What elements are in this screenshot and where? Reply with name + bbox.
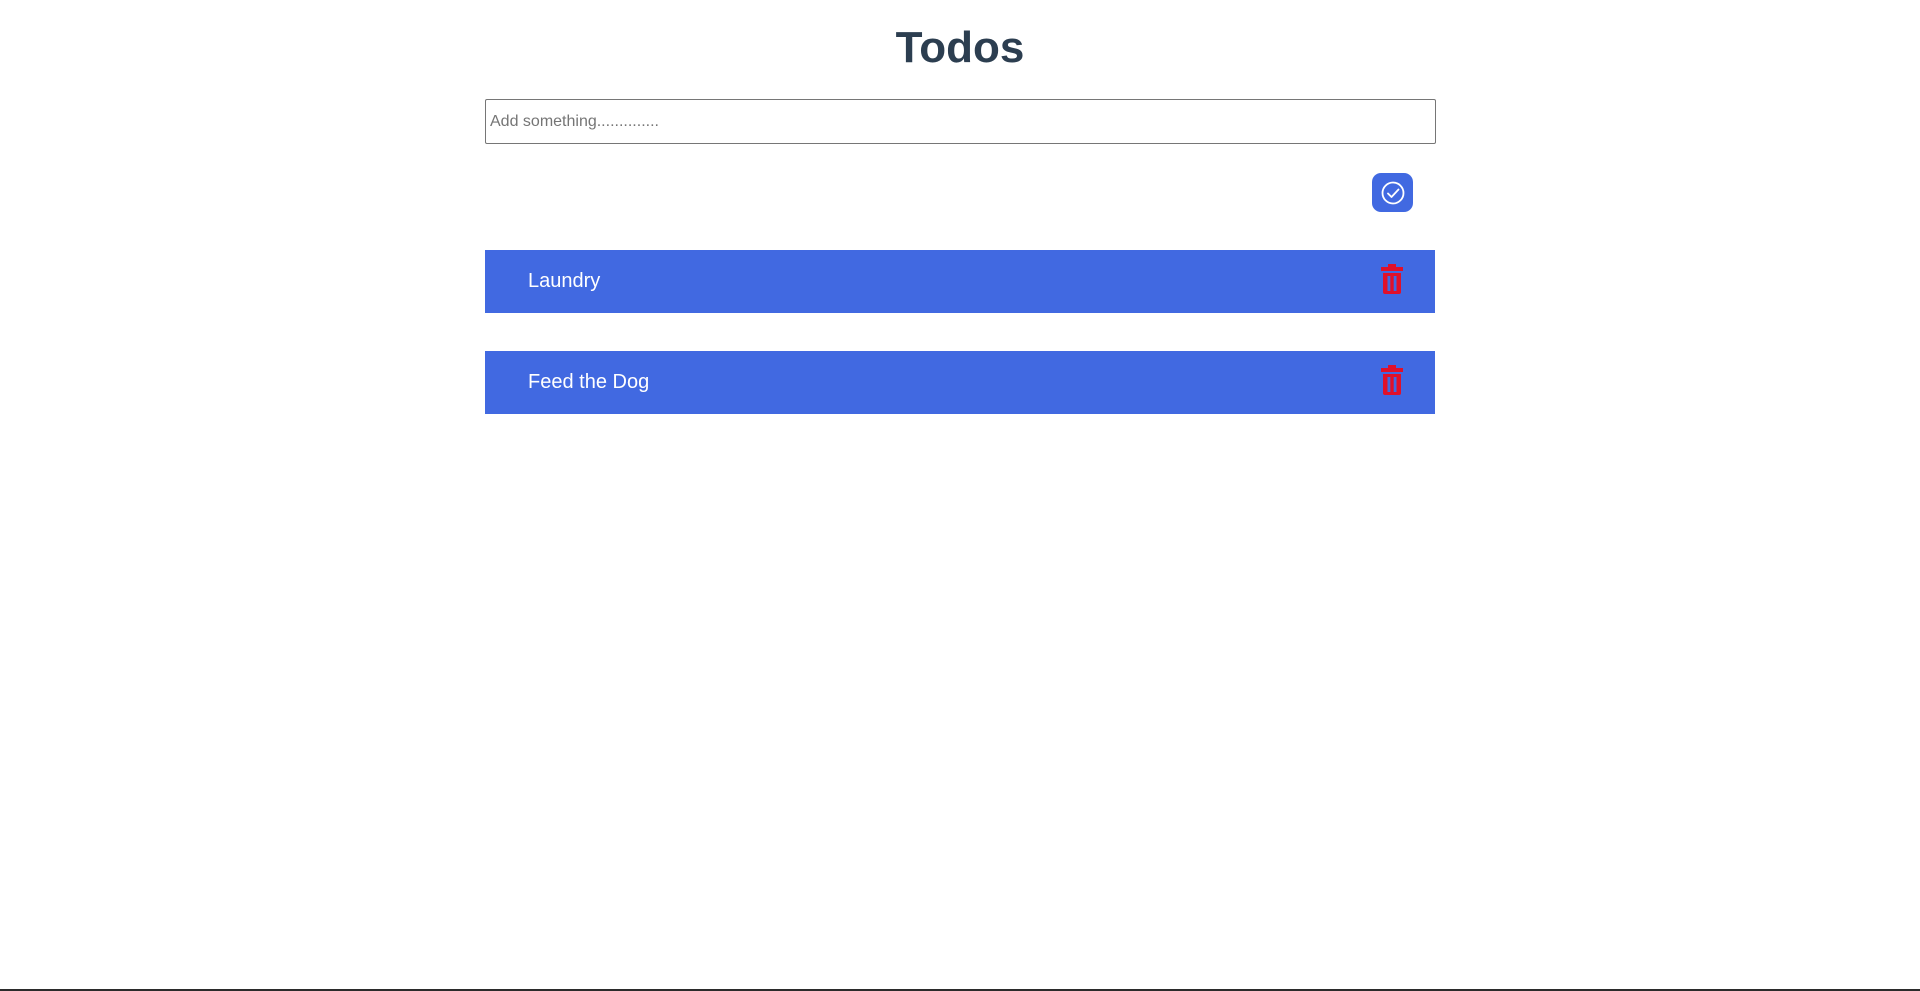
- check-circle-icon: [1380, 180, 1406, 206]
- add-todo-button[interactable]: [1372, 173, 1413, 212]
- delete-todo-button[interactable]: [1379, 365, 1405, 395]
- delete-todo-button[interactable]: [1379, 264, 1405, 294]
- trash-icon: [1379, 365, 1405, 398]
- todo-item: Laundry: [485, 250, 1435, 313]
- todo-item: Feed the Dog: [485, 351, 1435, 414]
- trash-icon: [1379, 264, 1405, 297]
- todo-label: Feed the Dog: [528, 371, 650, 393]
- page-title: Todos: [895, 23, 1025, 72]
- add-todo-input[interactable]: [485, 99, 1436, 144]
- todo-label: Laundry: [528, 270, 601, 292]
- todo-app: Todos Laundry Feed the Dog: [0, 0, 1920, 991]
